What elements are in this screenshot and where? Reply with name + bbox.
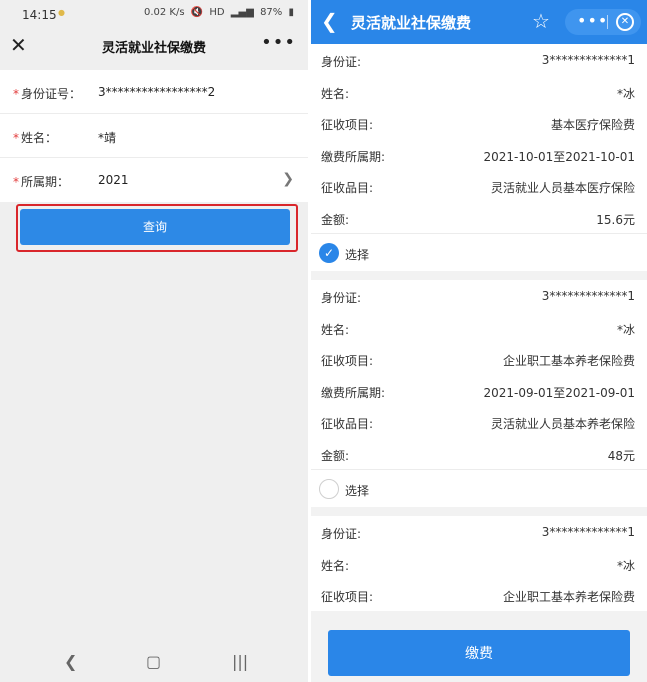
status-icons: 0.02 K/s 🔇 HD ▂▄▆ 87% ▮ [141, 7, 294, 18]
payment-records: 身份证: 3*************1 姓名: *冰 征收项目: 基本医疗保险费 缴… [311, 44, 647, 620]
select-label: 选择 [345, 484, 370, 498]
query-button[interactable]: 查询 [20, 209, 290, 245]
capsule-separator [607, 15, 608, 29]
record-row: 姓名: *冰 [321, 558, 635, 573]
record-row: 身份证: 3*************1 [321, 525, 635, 541]
pay-bar: 缴费 [311, 612, 647, 682]
record-row: 缴费所属期: 2021-10-01至2021-10-01 [321, 149, 635, 164]
name-label: * 姓名： [13, 131, 58, 145]
record-row: 姓名: *冰 [321, 86, 635, 101]
name-row[interactable]: * 姓名： *靖 [0, 114, 308, 158]
status-bar: 14:15 ● 0.02 K/s 🔇 HD ▂▄▆ 87% ▮ [0, 0, 308, 30]
signal-icon: ▂▄▆ [230, 7, 254, 18]
unchecked-circle-icon[interactable] [319, 479, 339, 499]
select-row[interactable]: 选择 [311, 469, 647, 507]
notification-dot-icon: ● [58, 8, 65, 17]
more-icon[interactable]: ••• [261, 32, 296, 53]
android-nav-bar: ❮ ▢ ||| [0, 642, 308, 682]
payment-record: 身份证: 3*************1 姓名: *冰 征收项目: 企业职工基本养老保… [311, 516, 647, 611]
select-label: 选择 [345, 248, 370, 262]
record-row: 金额: 15.6元 [321, 212, 635, 227]
period-label: * 所属期： [13, 175, 70, 189]
select-row[interactable]: ✓ 选择 [311, 233, 647, 271]
record-row: 姓名: *冰 [321, 322, 635, 337]
battery-level: 87% [260, 7, 283, 18]
star-icon[interactable]: ☆ [532, 10, 550, 32]
home-nav-icon[interactable]: ▢ [146, 652, 161, 671]
left-nav-bar: ✕ 灵活就业社保缴费 ••• [0, 30, 308, 62]
record-row: 身份证: 3*************1 [321, 53, 635, 69]
pay-button[interactable]: 缴费 [328, 630, 630, 676]
header-title: 灵活就业社保缴费 [351, 14, 472, 32]
record-row: 缴费所属期: 2021-09-01至2021-09-01 [321, 385, 635, 400]
payment-record: 身份证: 3*************1 姓名: *冰 征收项目: 企业职工基本养老保… [311, 280, 647, 507]
mute-icon: 🔇 [190, 7, 204, 18]
mini-program-capsule: ••• ✕ [565, 9, 641, 35]
name-field[interactable]: *靖 [98, 129, 116, 146]
payment-record: 身份证: 3*************1 姓名: *冰 征收项目: 基本医疗保险费 缴… [311, 44, 647, 271]
recents-nav-icon[interactable]: ||| [232, 652, 248, 671]
required-mark: * [13, 131, 19, 145]
id-number-row[interactable]: * 身份证号： 3*****************2 [0, 70, 308, 114]
record-row: 征收项目: 企业职工基本养老保险费 [321, 590, 635, 604]
record-row: 征收项目: 基本医疗保险费 [321, 118, 635, 132]
required-mark: * [13, 175, 19, 189]
record-row: 金额: 48元 [321, 448, 635, 463]
query-form: * 身份证号： 3*****************2 * 姓名： *靖 * 所属期：… [0, 70, 308, 202]
back-nav-icon[interactable]: ❮ [64, 652, 77, 671]
left-phone-screen: 14:15 ● 0.02 K/s 🔇 HD ▂▄▆ 87% ▮ ✕ 灵活就业社保… [0, 0, 308, 682]
record-row: 征收品目: 灵活就业人员基本医疗保险 [321, 181, 635, 195]
period-row[interactable]: * 所属期： 2021 ❯ [0, 158, 308, 202]
battery-icon: ▮ [288, 7, 294, 18]
id-number-field[interactable]: 3*****************2 [98, 85, 215, 99]
right-header: ❮ 灵活就业社保缴费 ☆ ••• ✕ [311, 0, 647, 44]
record-row: 征收品目: 灵活就业人员基本养老保险 [321, 417, 635, 431]
right-phone-screen: ❮ 灵活就业社保缴费 ☆ ••• ✕ 身份证: 3*************1 姓… [311, 0, 647, 682]
back-icon[interactable]: ❮ [321, 10, 338, 32]
checkmark-icon[interactable]: ✓ [319, 243, 339, 263]
required-mark: * [13, 87, 19, 101]
network-speed: 0.02 K/s [143, 7, 185, 18]
record-row: 征收项目: 企业职工基本养老保险费 [321, 354, 635, 368]
chevron-right-icon[interactable]: ❯ [282, 171, 294, 187]
close-circle-icon[interactable]: ✕ [616, 13, 634, 31]
status-time: 14:15 [22, 8, 57, 22]
record-row: 身份证: 3*************1 [321, 289, 635, 305]
hd-badge: HD [209, 7, 225, 18]
more-icon[interactable]: ••• [577, 11, 608, 30]
period-select[interactable]: 2021 [98, 173, 129, 187]
id-number-label: * 身份证号： [13, 87, 82, 101]
